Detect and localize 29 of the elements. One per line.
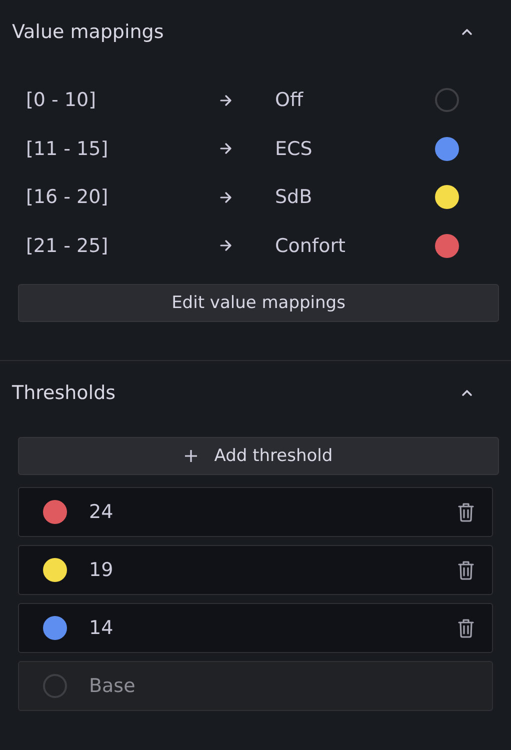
chevron-up-icon[interactable] <box>461 389 473 397</box>
mapping-text: Off <box>275 89 304 112</box>
trash-icon[interactable] <box>458 560 474 580</box>
arrow-icon <box>220 143 232 154</box>
threshold-input[interactable]: 19 <box>18 545 493 595</box>
plus-icon <box>184 449 198 463</box>
mapping-text: SdB <box>275 186 314 208</box>
edit-value-mappings-button[interactable]: Edit value mappings <box>18 284 499 322</box>
mapping-range: [16 - 20] <box>26 186 110 208</box>
color-dot[interactable] <box>43 616 67 640</box>
trash-icon[interactable] <box>458 618 474 638</box>
mapping-range: [0 - 10] <box>26 89 98 112</box>
section-title: Value mappings <box>12 21 164 43</box>
threshold-input[interactable]: 14 <box>18 603 493 653</box>
arrow-icon <box>220 240 232 252</box>
color-dot[interactable] <box>43 558 67 582</box>
mapping-range: [21 - 25] <box>26 234 110 257</box>
mapping-range: [11 - 15] <box>26 138 110 160</box>
section-title: Thresholds <box>12 382 116 404</box>
arrow-icon <box>220 94 232 106</box>
arrow-icon <box>220 192 232 203</box>
mapping-text: Confort <box>275 234 347 257</box>
chevron-up-icon[interactable] <box>461 28 473 36</box>
base-threshold-field: Base <box>18 661 493 711</box>
threshold-input[interactable]: 24 <box>18 487 493 537</box>
color-dot[interactable] <box>43 500 67 524</box>
trash-icon[interactable] <box>458 502 474 522</box>
mapping-text: ECS <box>275 138 314 160</box>
add-threshold-button[interactable]: Add threshold <box>18 437 499 475</box>
